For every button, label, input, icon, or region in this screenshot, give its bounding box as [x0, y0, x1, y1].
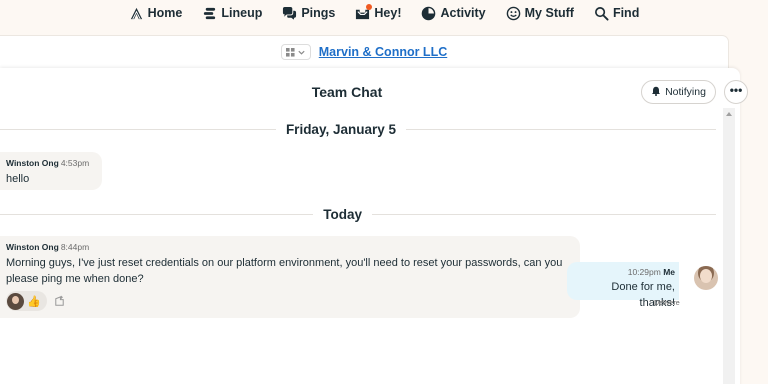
- unread-dot: [366, 3, 373, 10]
- nav-hey-label: Hey!: [374, 6, 402, 20]
- nav-activity-label: Activity: [440, 6, 486, 20]
- bell-icon: [651, 86, 661, 99]
- top-nav: Home Lineup Pings Hey! Activity My Stuff: [0, 0, 768, 26]
- message-author[interactable]: Winston Ong: [6, 242, 59, 252]
- message-time[interactable]: 8:44pm: [61, 242, 89, 252]
- nav-find[interactable]: Find: [584, 1, 649, 25]
- project-header: Marvin & Connor LLC: [0, 36, 728, 68]
- nav-find-label: Find: [612, 6, 640, 20]
- notifying-button[interactable]: Notifying: [641, 80, 716, 104]
- chat-bubbles-icon: [282, 6, 297, 21]
- message-meta: Winston Ong 8:44pm: [6, 242, 574, 252]
- inbox-icon: [355, 3, 373, 21]
- nav-lineup[interactable]: Lineup: [192, 1, 272, 25]
- reaction-pill[interactable]: 👍: [6, 291, 47, 311]
- chevron-down-icon: [297, 48, 306, 57]
- nav-hey[interactable]: Hey!: [345, 1, 411, 25]
- nav-activity[interactable]: Activity: [411, 1, 495, 25]
- nav-lineup-label: Lineup: [221, 6, 263, 20]
- notifying-label: Notifying: [665, 86, 706, 98]
- date-divider-label: Today: [323, 206, 362, 222]
- message-time[interactable]: 10:29pm: [628, 267, 661, 277]
- message-time[interactable]: 4:53pm: [61, 158, 89, 168]
- my-chat-message: 10:29pm Me Done for me, thanks!: [567, 262, 679, 309]
- thumbs-up-icon: 👍: [27, 295, 41, 308]
- avatar: [7, 292, 24, 310]
- home-icon: [129, 6, 144, 21]
- nav-pings-label: Pings: [301, 6, 336, 20]
- search-icon: [594, 6, 609, 21]
- date-divider-label: Friday, January 5: [285, 121, 396, 137]
- nav-mystuff-label: My Stuff: [524, 6, 574, 20]
- add-boost-icon[interactable]: [53, 295, 66, 308]
- avatar[interactable]: [694, 266, 718, 290]
- nav-home-label: Home: [147, 6, 183, 20]
- more-options-button[interactable]: •••: [724, 80, 748, 104]
- message-author[interactable]: Me: [663, 267, 675, 277]
- chat-message: Winston Ong 4:53pm hello: [0, 152, 102, 190]
- message-text: Morning guys, I've just reset credential…: [6, 257, 563, 285]
- activity-pie-icon: [421, 6, 436, 21]
- grid-icon: [285, 47, 295, 57]
- nav-home[interactable]: Home: [119, 1, 193, 25]
- message-meta: Winston Ong 4:53pm: [6, 158, 96, 168]
- project-switcher[interactable]: [280, 44, 311, 60]
- delivery-status: Delivered: [654, 300, 680, 307]
- smiley-icon: [506, 6, 521, 21]
- nav-pings[interactable]: Pings: [272, 1, 345, 25]
- project-link[interactable]: Marvin & Connor LLC: [319, 45, 447, 59]
- scrollbar[interactable]: [723, 108, 735, 384]
- page-title: Team Chat: [311, 84, 383, 100]
- message-text: hello: [6, 173, 30, 185]
- reactions: 👍: [6, 291, 574, 311]
- nav-mystuff[interactable]: My Stuff: [496, 1, 584, 25]
- lineup-icon: [202, 6, 217, 21]
- chat-message: Winston Ong 8:44pm Morning guys, I've jus…: [0, 236, 580, 318]
- chat-panel: Team Chat Notifying ••• Friday, January …: [0, 68, 748, 384]
- date-divider: Today: [0, 205, 716, 223]
- scroll-up-arrow-icon[interactable]: [726, 112, 732, 116]
- message-meta: 10:29pm Me: [575, 267, 675, 277]
- date-divider: Friday, January 5: [0, 120, 716, 138]
- more-icon: •••: [729, 82, 743, 97]
- message-author[interactable]: Winston Ong: [6, 158, 59, 168]
